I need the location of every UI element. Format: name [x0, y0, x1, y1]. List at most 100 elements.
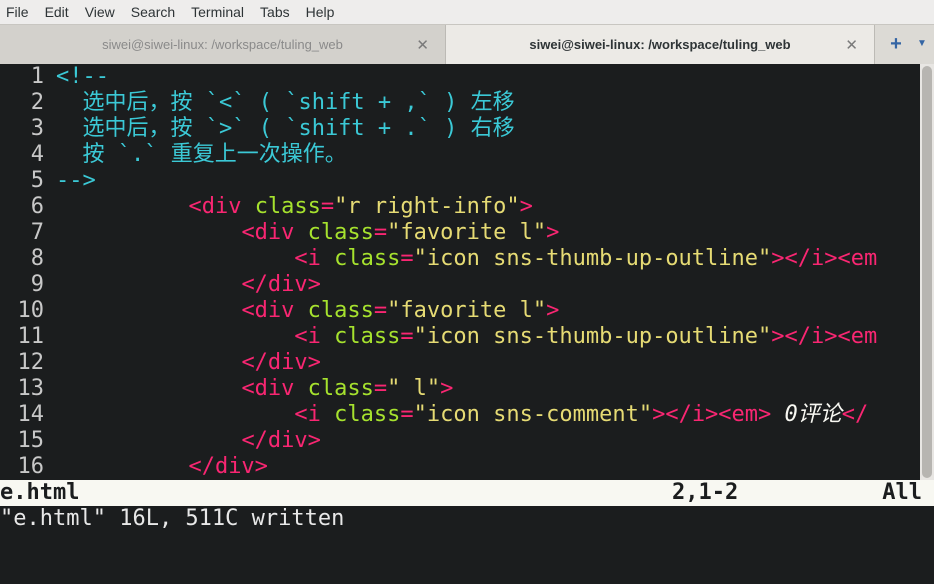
menu-terminal[interactable]: Terminal — [183, 0, 252, 24]
code-token-str: "favorite l" — [387, 298, 547, 323]
line-number: 6 — [30, 194, 44, 219]
code-token-tag: > — [546, 298, 560, 323]
code-token-str: "favorite l" — [387, 220, 547, 245]
code-token-tag: <div — [188, 194, 242, 219]
vim-status-line: e.html 2,1-2 All — [0, 480, 934, 506]
tab-terminal-1[interactable]: siwei@siwei-linux: /workspace/tuling_web… — [0, 25, 446, 64]
code-line[interactable]: 14 <i class="icon sns-comment"></i><em> … — [0, 402, 920, 428]
code-line[interactable]: 9 </div> — [0, 272, 920, 298]
code-line[interactable]: 7 <div class="favorite l"> — [0, 220, 920, 246]
code-token-str: "icon sns-thumb-up-outline" — [413, 246, 772, 271]
close-icon[interactable]: ✕ — [416, 36, 429, 54]
line-number: 15 — [17, 428, 45, 453]
code-token-tag: = — [373, 376, 388, 401]
code-token-tag: </div> — [241, 350, 321, 375]
code-token-attr: class — [307, 220, 374, 245]
status-scroll-percent: All — [882, 480, 922, 505]
code-token-tag: </div> — [241, 272, 321, 297]
line-number: 10 — [17, 298, 45, 323]
line-number: 11 — [17, 324, 45, 349]
code-token-tag: </ — [841, 402, 869, 427]
scrollbar-thumb[interactable] — [922, 66, 932, 478]
tab-bar: siwei@siwei-linux: /workspace/tuling_web… — [0, 24, 934, 64]
code-line[interactable]: 4 按 `.` 重复上一次操作。 — [0, 142, 920, 168]
code-token-tag: <i — [294, 324, 321, 349]
status-cursor-position: 2,1-2 — [672, 480, 739, 505]
code-token-comment: 按 `.` 重复上一次操作。 — [56, 142, 347, 167]
code-line[interactable]: 15 </div> — [0, 428, 920, 454]
tab-terminal-2[interactable]: siwei@siwei-linux: /workspace/tuling_web… — [446, 25, 875, 64]
menu-view[interactable]: View — [77, 0, 123, 24]
menu-search[interactable]: Search — [123, 0, 183, 24]
line-number: 16 — [17, 454, 45, 479]
code-token-tag: ></i><em — [771, 246, 878, 271]
code-token-comment: 选中后，按 `<` ( `shift + ,` ) 左移 — [56, 90, 515, 115]
code-line[interactable]: 12 </div> — [0, 350, 920, 376]
code-token-comment: --> — [56, 168, 96, 193]
code-line[interactable]: 5 --> — [0, 168, 920, 194]
code-token-str: "r right-info" — [334, 194, 520, 219]
code-token-attr: class — [334, 246, 401, 271]
code-token-tag: > — [519, 194, 533, 219]
code-line[interactable]: 2 选中后，按 `<` ( `shift + ,` ) 左移 — [0, 90, 920, 116]
vim-command-line[interactable]: "e.html" 16L, 511C written — [0, 506, 934, 528]
line-number: 7 — [30, 220, 44, 245]
line-number: 1 — [30, 64, 44, 89]
code-line[interactable]: 3 选中后，按 `>` ( `shift + .` ) 右移 — [0, 116, 920, 142]
code-line[interactable]: 10 <div class="favorite l"> — [0, 298, 920, 324]
menu-help[interactable]: Help — [298, 0, 343, 24]
menu-tabs[interactable]: Tabs — [252, 0, 298, 24]
code-token-tag: ></i><em> — [652, 402, 772, 427]
code-token-tag: <div — [241, 298, 295, 323]
code-line[interactable]: 1 <!-- — [0, 64, 920, 90]
code-token-tag: <div — [241, 376, 295, 401]
code-token-tag: </div> — [241, 428, 321, 453]
code-line[interactable]: 16 </div> — [0, 454, 920, 480]
tab-title: siwei@siwei-linux: /workspace/tuling_web — [102, 37, 343, 52]
line-number: 2 — [30, 90, 44, 115]
code-line[interactable]: 13 <div class=" l"> — [0, 376, 920, 402]
code-token-str: "icon sns-comment" — [413, 402, 653, 427]
code-token-attr: class — [334, 324, 401, 349]
new-tab-plus-icon[interactable]: + — [885, 32, 907, 56]
code-token-attr: class — [307, 376, 374, 401]
scrollbar[interactable] — [920, 64, 934, 480]
code-line[interactable]: 8 <i class="icon sns-thumb-up-outline"><… — [0, 246, 920, 272]
vim-editor-buffer[interactable]: 1 <!-- 2 选中后，按 `<` ( `shift + ,` ) 左移 3 选中后… — [0, 64, 934, 480]
code-token-tag: <i — [294, 246, 321, 271]
code-line[interactable]: 6 <div class="r right-info"> — [0, 194, 920, 220]
code-token-comment: <!-- — [56, 64, 109, 89]
code-token-str: " l" — [387, 376, 441, 401]
code-token-str: "icon sns-thumb-up-outline" — [413, 324, 772, 349]
close-icon[interactable]: ✕ — [845, 36, 858, 54]
line-number: 12 — [17, 350, 45, 375]
code-token-comment: 选中后，按 `>` ( `shift + .` ) 右移 — [56, 116, 515, 141]
line-number: 13 — [17, 376, 45, 401]
code-token-italic: 0评论 — [771, 402, 842, 427]
code-token-tag: </div> — [188, 454, 268, 479]
code-token-tag: = — [400, 402, 414, 427]
code-line[interactable]: 11 <i class="icon sns-thumb-up-outline">… — [0, 324, 920, 350]
line-number: 3 — [30, 116, 44, 141]
code-token-tag: = — [320, 194, 335, 219]
chevron-down-icon[interactable]: ▼ — [915, 32, 929, 56]
status-filename: e.html — [0, 480, 80, 505]
menubar: File Edit View Search Terminal Tabs Help — [0, 0, 934, 24]
menu-edit[interactable]: Edit — [37, 0, 77, 24]
tab-title: siwei@siwei-linux: /workspace/tuling_web — [529, 37, 791, 52]
code-token-tag: > — [440, 376, 454, 401]
menu-file[interactable]: File — [0, 0, 37, 24]
